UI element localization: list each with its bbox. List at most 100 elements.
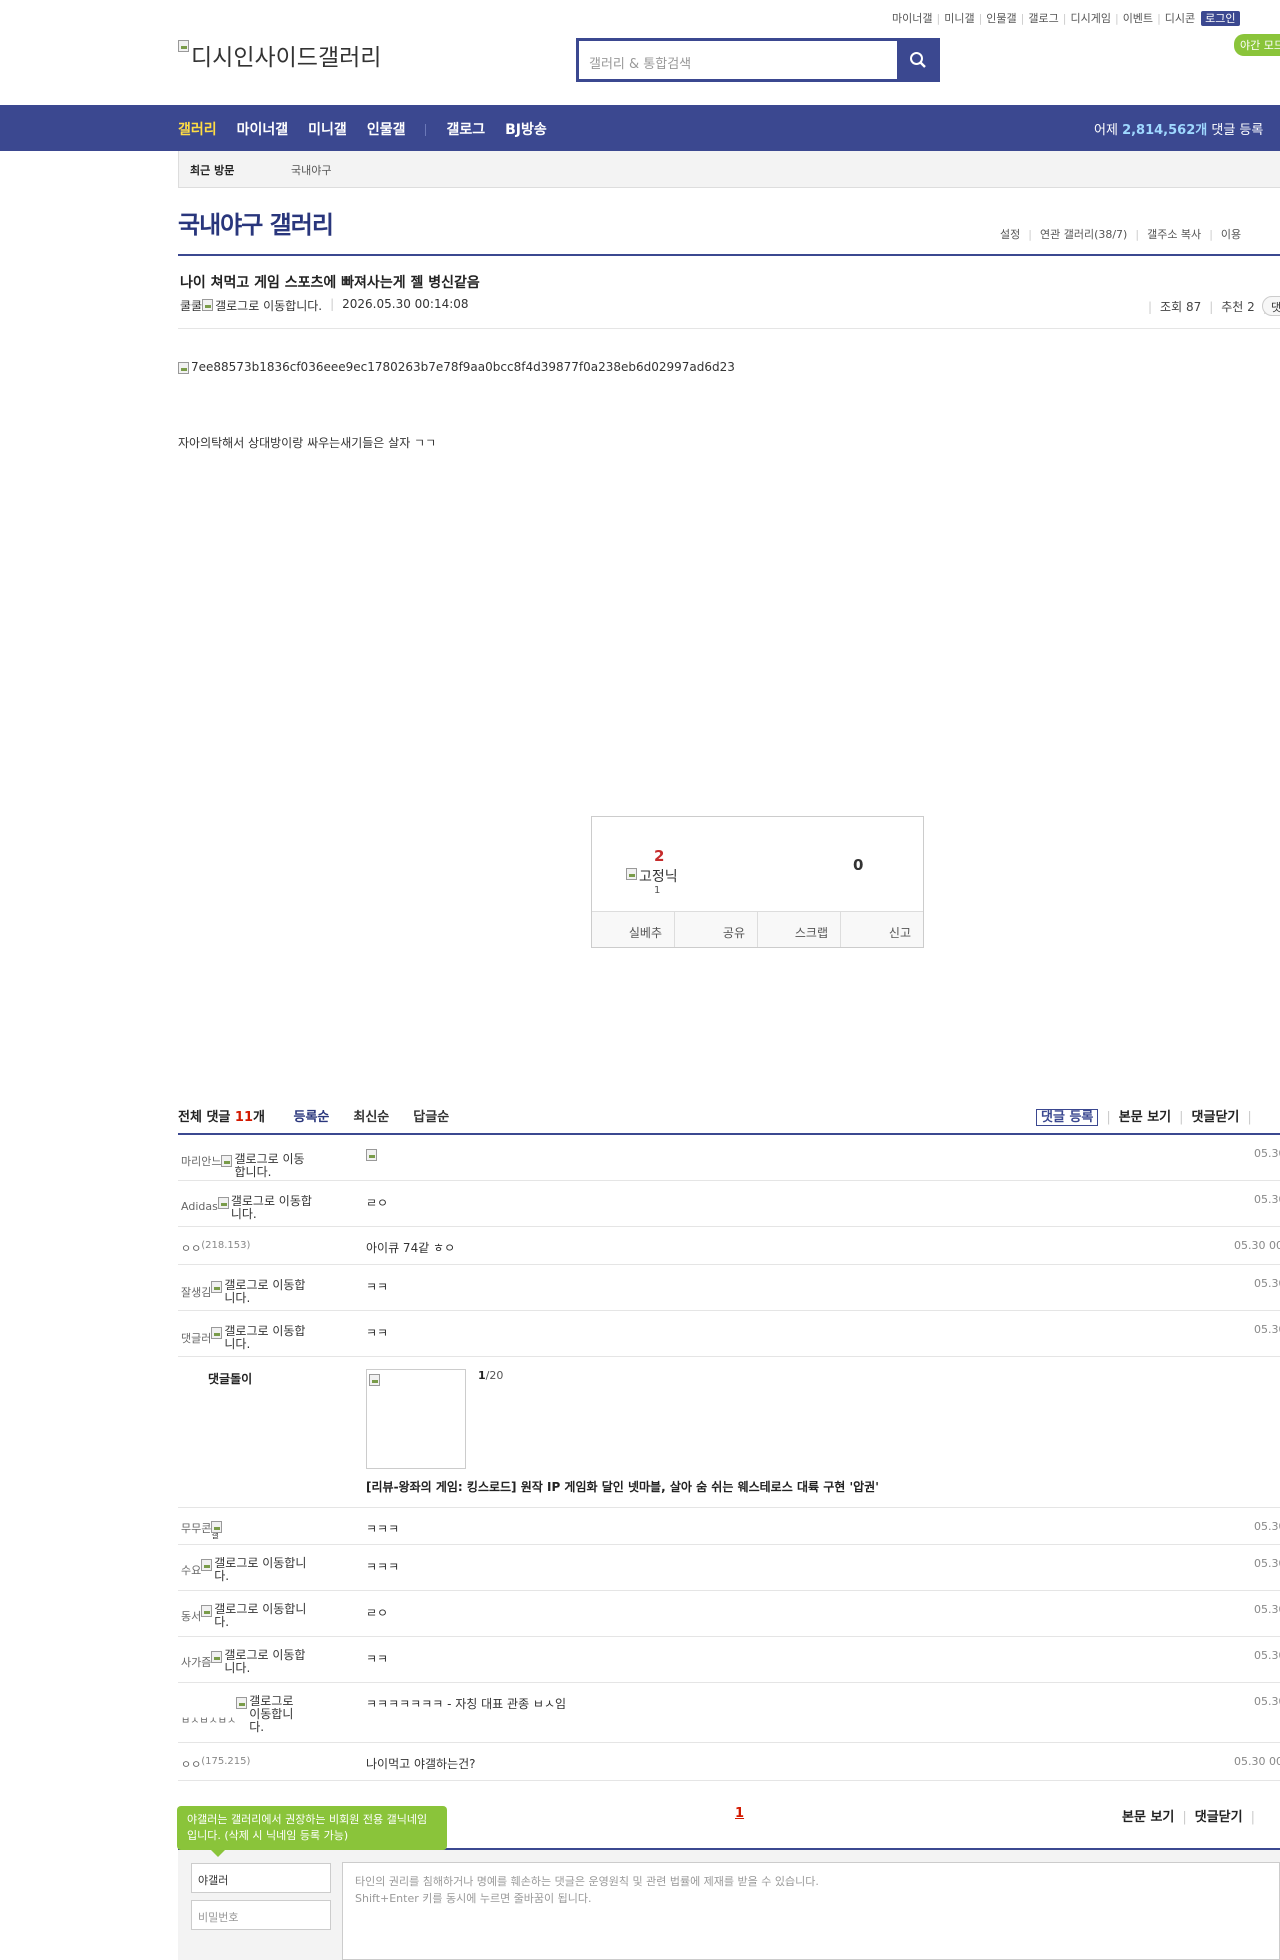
fixed-nick-count: 1 xyxy=(654,885,661,896)
comment-count: 11 xyxy=(234,1110,253,1125)
top-link-game[interactable]: 디시게임 xyxy=(1070,12,1110,25)
sort-by-latest[interactable]: 최신순 xyxy=(353,1110,389,1125)
comment-time: 05.30 xyxy=(1254,1557,1280,1570)
dcbot-title[interactable]: [리뷰-왕좌의 게임: 킹스로드] 원작 IP 게임화 달인 넷마블, 살아 숨… xyxy=(366,1478,879,1495)
comment-nick[interactable]: ㅇㅇ (175.215) xyxy=(181,1756,250,1772)
password-input[interactable]: 비밀번호 xyxy=(191,1900,331,1930)
gallog-icon: 갤로그로 이동합 니다. xyxy=(217,1195,312,1221)
recent-visit-bar xyxy=(178,151,1280,188)
broken-image-icon xyxy=(221,1155,233,1167)
comment-header: 전체 댓글 11개 등록순 최신순 답글순 xyxy=(178,1110,450,1125)
comment-row: Adidas갤로그로 이동합 니다. ㄹㅇ 05.30 xyxy=(178,1181,1280,1227)
comment-nick[interactable]: 수요 갤로그로 이동합니 다. xyxy=(181,1557,306,1583)
downvote-count[interactable]: 0 xyxy=(853,856,863,874)
comment-nick[interactable]: Adidas 갤로그로 이동합 니다. xyxy=(181,1195,312,1221)
nav-divider xyxy=(425,124,427,136)
comment-page-1[interactable]: 1 xyxy=(735,1806,744,1821)
copy-address-link[interactable]: 갤주소 복사 xyxy=(1147,228,1201,241)
dcbot-thumbnail[interactable] xyxy=(366,1369,466,1469)
comment-time: 05.30 xyxy=(1254,1695,1280,1708)
comment-nick[interactable]: ㅂㅅㅂㅅㅂㅅ 갤로그로 이동합니 다. xyxy=(181,1695,293,1734)
nav-mini[interactable]: 미니갤 xyxy=(308,122,347,138)
comment-nick[interactable]: 사가즘 갤로그로 이동합 니다. xyxy=(181,1649,305,1675)
nav-bj[interactable]: BJ방송 xyxy=(505,122,547,138)
nav-gallery[interactable]: 갤러리 xyxy=(178,122,217,138)
comment-nick[interactable]: 댓글러 갤로그로 이동합 니다. xyxy=(181,1325,305,1351)
comment-nick[interactable]: 동서 갤로그로 이동합니 다. xyxy=(181,1603,306,1629)
comment-row: 무무콘갤 ㅋㅋㅋ 05.30 xyxy=(178,1508,1280,1545)
site-logo[interactable]: 디시인사이드갤러리 xyxy=(178,38,381,72)
gallog-icon: 갤로그로 이동합니 다. xyxy=(236,1695,293,1734)
sort-by-register[interactable]: 등록순 xyxy=(294,1110,330,1125)
comment-textarea[interactable]: 타인의 권리를 침해하거나 명예를 훼손하는 댓글은 운영원칙 및 관련 법률에… xyxy=(342,1862,1280,1960)
post-meta: 쿨쿨 갤로그로 이동합니다. | 2026.05.30 00:14:08 xyxy=(180,297,469,314)
gallery-title[interactable]: 국내야구 갤러리 xyxy=(178,205,334,240)
broken-image-icon xyxy=(217,1197,229,1209)
broken-image-icon xyxy=(202,299,214,311)
sort-by-reply[interactable]: 답글순 xyxy=(413,1110,449,1125)
comment-time: 05.30 xyxy=(1254,1193,1280,1206)
top-link-minor[interactable]: 마이너갤 xyxy=(892,12,932,25)
broken-image-icon xyxy=(236,1697,248,1709)
share-button[interactable]: 공유 xyxy=(675,912,758,947)
search-input[interactable]: 갤러리 & 통합검색 xyxy=(579,41,897,79)
recommend-count: 추천 2 xyxy=(1221,300,1255,314)
nickname-input[interactable]: 야갤러 xyxy=(191,1863,331,1893)
close-comments-button[interactable]: 댓글닫기 xyxy=(1195,1810,1243,1825)
comment-time: 05.30 00 xyxy=(1234,1755,1280,1768)
daily-comment-stat: 어제 2,814,562개 댓글 등록 xyxy=(1094,123,1264,138)
recent-visit-item[interactable]: 국내야구 xyxy=(291,162,331,178)
comment-nick[interactable]: 마리안느 갤로그로 이동 합니다. xyxy=(181,1153,305,1179)
comment-row: 마리안느갤로그로 이동 합니다. 05.30 xyxy=(178,1135,1280,1181)
view-post-button[interactable]: 본문 보기 xyxy=(1122,1810,1174,1825)
comment-time: 05.30 xyxy=(1254,1277,1280,1290)
recent-visit-label: 최근 방문 xyxy=(190,164,235,177)
main-nav: 갤러리 마이너갤 미니갤 인물갤 갤로그 BJ방송 xyxy=(178,119,567,139)
post-image[interactable]: 7ee88573b1836cf036eee9ec1780263b7e78f9aa… xyxy=(178,360,735,374)
comment-text: ㅋㅋ xyxy=(366,1326,389,1340)
gallog-icon: 갤로그로 이동합 니다. xyxy=(211,1325,305,1351)
comment-nick[interactable]: ㅇㅇ (218.153) xyxy=(181,1240,250,1256)
gallog-icon[interactable]: 갤로그로 이동합니다. xyxy=(202,297,322,314)
nav-person[interactable]: 인물갤 xyxy=(367,122,406,138)
scrap-button[interactable]: 스크랩 xyxy=(758,912,841,947)
top-link-mini[interactable]: 미니갤 xyxy=(944,12,974,25)
top-link-event[interactable]: 이벤트 xyxy=(1123,12,1153,25)
close-comments-button[interactable]: 댓글닫기 xyxy=(1192,1110,1240,1125)
post-author[interactable]: 쿨쿨 xyxy=(180,297,202,314)
gallery-settings-link[interactable]: 설정 xyxy=(1000,228,1020,241)
night-mode-button[interactable]: 야간 모드 xyxy=(1234,34,1280,56)
meta-divider xyxy=(178,328,1280,329)
broken-image-icon xyxy=(201,1559,213,1571)
nav-minor[interactable]: 마이너갤 xyxy=(237,122,289,138)
comment-time: 05.30 00 xyxy=(1234,1239,1280,1252)
comment-nick[interactable]: 잘생김 갤로그로 이동합 니다. xyxy=(181,1279,305,1305)
top-links: 마이너갤 | 미니갤 | 인물갤 | 갤로그 | 디시게임 | 이벤트 | 디시콘 로그인 xyxy=(892,10,1240,26)
write-comment-button[interactable]: 댓글 등록 xyxy=(1036,1109,1099,1126)
top-link-dccon[interactable]: 디시콘 xyxy=(1165,12,1195,25)
comment-nick[interactable]: 무무콘 갤 xyxy=(181,1519,224,1540)
broken-image-icon xyxy=(366,1149,377,1161)
view-post-button[interactable]: 본문 보기 xyxy=(1119,1110,1171,1125)
dcbot-pager[interactable]: 1/20 xyxy=(478,1369,503,1382)
post-title: 나이 쳐먹고 게임 스포츠에 빠져사는게 젤 병신같음 xyxy=(180,275,480,291)
usage-link[interactable]: 이용 xyxy=(1221,228,1241,241)
report-button[interactable]: 신고 xyxy=(841,912,923,947)
nickname-tooltip: 야갤러는 갤러리에서 권장하는 비회원 전용 갤닉네임입니다. (삭제 시 닉네… xyxy=(177,1806,447,1857)
login-button[interactable]: 로그인 xyxy=(1201,11,1240,26)
best-recommend-button[interactable]: 실베추 xyxy=(592,912,675,947)
comment-actions: 댓글 등록 | 본문 보기 | 댓글닫기 | xyxy=(1036,1106,1260,1126)
top-link-person[interactable]: 인물갤 xyxy=(986,12,1016,25)
gallog-icon: 갤로그로 이동 합니다. xyxy=(221,1153,305,1179)
top-link-gallog[interactable]: 갤로그 xyxy=(1028,12,1058,25)
search-button[interactable] xyxy=(897,41,937,79)
search-icon xyxy=(910,52,926,68)
comment-jump-button[interactable]: 댓 xyxy=(1262,296,1280,316)
comment-text: ㅋㅋㅋ xyxy=(366,1522,400,1536)
nav-gallog[interactable]: 갤로그 xyxy=(446,122,485,138)
upvote-count[interactable]: 2 xyxy=(654,847,664,865)
broken-image-icon xyxy=(369,1374,380,1386)
dcbot-row: 댓글돌이 1/20 [리뷰-왕좌의 게임: 킹스로드] 원작 IP 게임화 달인… xyxy=(178,1357,1280,1508)
comment-time: 05.30 xyxy=(1254,1603,1280,1616)
related-gallery-link[interactable]: 연관 갤러리(38/7) xyxy=(1040,228,1127,241)
